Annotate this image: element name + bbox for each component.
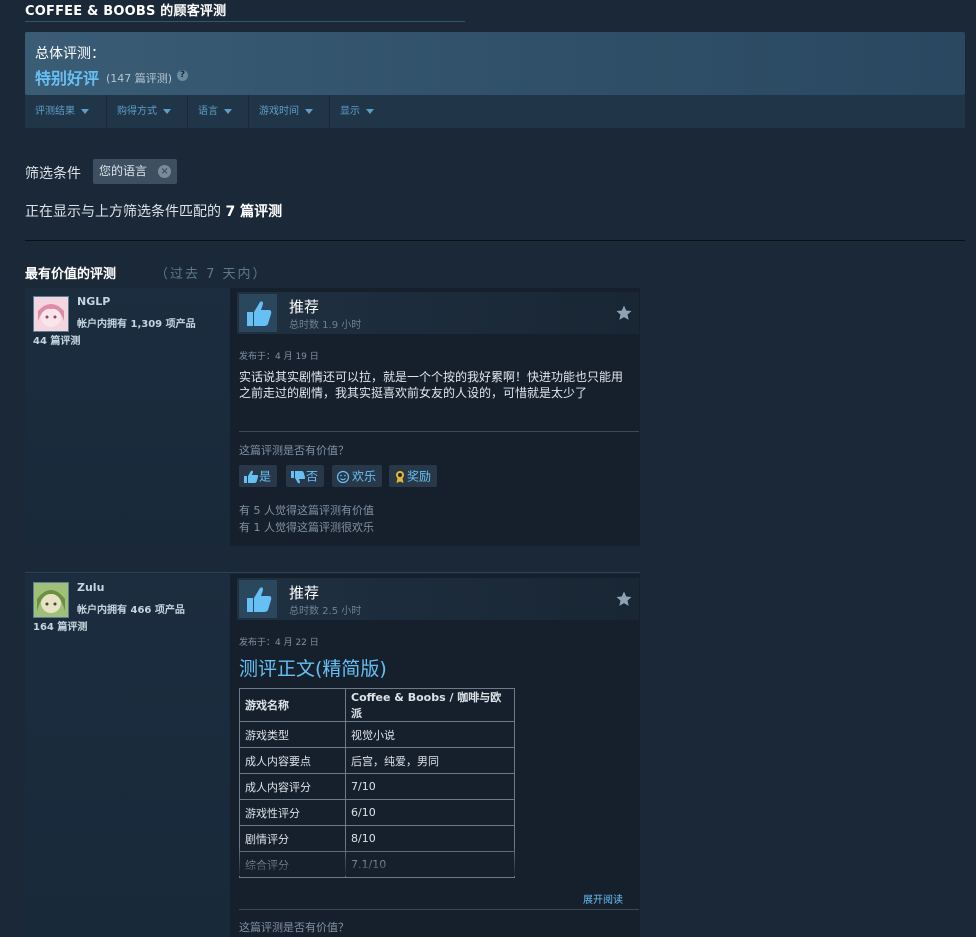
thumbs-down-icon <box>291 470 306 483</box>
posted-date: 发布于：4 月 19 日 <box>239 352 319 362</box>
verdict: 推荐 <box>289 584 320 602</box>
author-name[interactable]: NGLP <box>77 295 110 308</box>
review-heading: 测评正文(精简版) <box>239 658 387 680</box>
smiley-icon <box>336 470 350 483</box>
award-button[interactable]: 奖励 <box>389 465 438 487</box>
vote-funny-button[interactable]: 欢乐 <box>332 465 383 487</box>
playtime: 总时数 2.5 小时 <box>289 606 362 617</box>
award-icon <box>396 470 404 483</box>
review-card: NGLP 帐户内拥有 1,309 项产品 44 篇评测 推荐 总时数 1.9 小… <box>25 288 640 546</box>
posted-date: 发布于：4 月 22 日 <box>239 638 319 648</box>
chevron-down-icon <box>305 108 313 114</box>
award-label: 奖励 <box>407 469 432 484</box>
chevron-down-icon <box>366 108 374 114</box>
table-key: 成人内容要点 <box>239 747 346 774</box>
language-filter-chip[interactable]: 您的语言 × <box>93 159 178 184</box>
chevron-down-icon <box>81 108 89 114</box>
helpful-divider <box>239 431 639 432</box>
author-review-count[interactable]: 164 篇评测 <box>33 618 87 633</box>
author-products[interactable]: 帐户内拥有 466 项产品 <box>77 601 185 616</box>
author-products[interactable]: 帐户内拥有 1,309 项产品 <box>77 315 196 330</box>
author-review-count[interactable]: 44 篇评测 <box>33 332 80 347</box>
review-author-panel: Zulu 帐户内拥有 466 项产品 164 篇评测 <box>25 574 230 937</box>
table-key: 成人内容评分 <box>239 773 346 800</box>
table-key: 游戏性评分 <box>239 799 346 826</box>
table-value: Coffee & Boobs / 咖啡与欧派 <box>345 688 515 722</box>
chevron-down-icon <box>224 108 232 114</box>
vote-header[interactable]: 推荐 总时数 2.5 小时 <box>237 578 639 620</box>
overall-summary: 总体评测： 特别好评 (147 篇评测) ? <box>25 32 965 95</box>
section-subtitle: （过去 7 天内） <box>155 267 268 282</box>
review-separator <box>25 572 640 573</box>
vote-yes-button[interactable]: 是 <box>239 465 278 487</box>
vote-no-label: 否 <box>306 469 319 484</box>
vote-yes-label: 是 <box>259 469 272 484</box>
table-row: 成人内容要点 后宫，纯爱，男同 <box>239 747 515 774</box>
helpful-divider <box>239 909 639 910</box>
verdict: 推荐 <box>289 298 320 316</box>
review-card: Zulu 帐户内拥有 466 项产品 164 篇评测 推荐 总时数 2.5 小时… <box>25 574 640 937</box>
table-row: 游戏类型 视觉小说 <box>239 721 515 748</box>
help-icon[interactable]: ? <box>177 70 188 81</box>
helpful-stat: 有 5 人觉得这篇评测有价值 <box>239 504 374 517</box>
table-value: 视觉小说 <box>345 721 515 748</box>
filter-playtime[interactable]: 游戏时间 <box>249 95 330 128</box>
chevron-down-icon <box>163 108 171 114</box>
vote-header[interactable]: 推荐 总时数 1.9 小时 <box>237 292 639 334</box>
table-row: 游戏性评分 6/10 <box>239 799 515 826</box>
table-value: 7/10 <box>345 773 515 800</box>
showing-count-text: 正在显示与上方筛选条件匹配的 7 篇评测 <box>25 204 283 220</box>
filter-condition-label: 筛选条件 <box>25 166 81 182</box>
table-value: 6/10 <box>345 799 515 826</box>
overall-count: (147 篇评测) <box>106 72 173 85</box>
close-icon[interactable]: × <box>158 165 172 178</box>
section-title: 最有价值的评测 <box>25 267 117 282</box>
avatar[interactable] <box>33 296 69 332</box>
expand-link[interactable]: 展开阅读 <box>583 891 623 906</box>
table-key: 游戏名称 <box>239 688 346 722</box>
playtime: 总时数 1.9 小时 <box>289 320 362 331</box>
filter-bar: 评测结果 购得方式 语言 游戏时间 显示 <box>25 95 965 128</box>
filter-language[interactable]: 语言 <box>188 95 249 128</box>
table-row: 游戏名称 Coffee & Boobs / 咖啡与欧派 <box>239 688 515 722</box>
avatar[interactable] <box>33 582 69 618</box>
page-title: COFFEE & BOOBS 的顾客评测 <box>25 4 227 19</box>
filter-display[interactable]: 显示 <box>330 95 385 128</box>
funny-stat: 有 1 人觉得这篇评测很欢乐 <box>239 521 374 534</box>
section-divider <box>25 240 965 241</box>
collapse-fade <box>239 846 515 876</box>
title-divider <box>25 21 465 22</box>
star-icon[interactable] <box>615 304 633 322</box>
thumbs-up-icon <box>239 294 277 332</box>
star-icon[interactable] <box>615 590 633 608</box>
table-key: 游戏类型 <box>239 721 346 748</box>
table-row: 成人内容评分 7/10 <box>239 773 515 800</box>
author-name[interactable]: Zulu <box>77 581 104 594</box>
overall-score[interactable]: 特别好评 <box>35 65 99 89</box>
filter-purchase-type[interactable]: 购得方式 <box>107 95 188 128</box>
review-author-panel: NGLP 帐户内拥有 1,309 项产品 44 篇评测 <box>25 288 230 546</box>
review-text: 实话说其实剧情还可以拉，就是一个个按的我好累啊！快进功能也只能用之前走过的剧情，… <box>239 370 624 400</box>
thumbs-up-icon <box>244 470 259 483</box>
vote-funny-label: 欢乐 <box>352 469 377 484</box>
helpful-question: 这篇评测是否有价值？ <box>239 444 349 457</box>
helpful-question: 这篇评测是否有价值？ <box>239 921 349 934</box>
chip-label: 您的语言 <box>99 164 148 178</box>
filter-review-type[interactable]: 评测结果 <box>25 95 107 128</box>
vote-no-button[interactable]: 否 <box>286 465 325 487</box>
table-value: 后宫，纯爱，男同 <box>345 747 515 774</box>
thumbs-up-icon <box>239 580 277 618</box>
overall-label: 总体评测： <box>35 46 105 62</box>
